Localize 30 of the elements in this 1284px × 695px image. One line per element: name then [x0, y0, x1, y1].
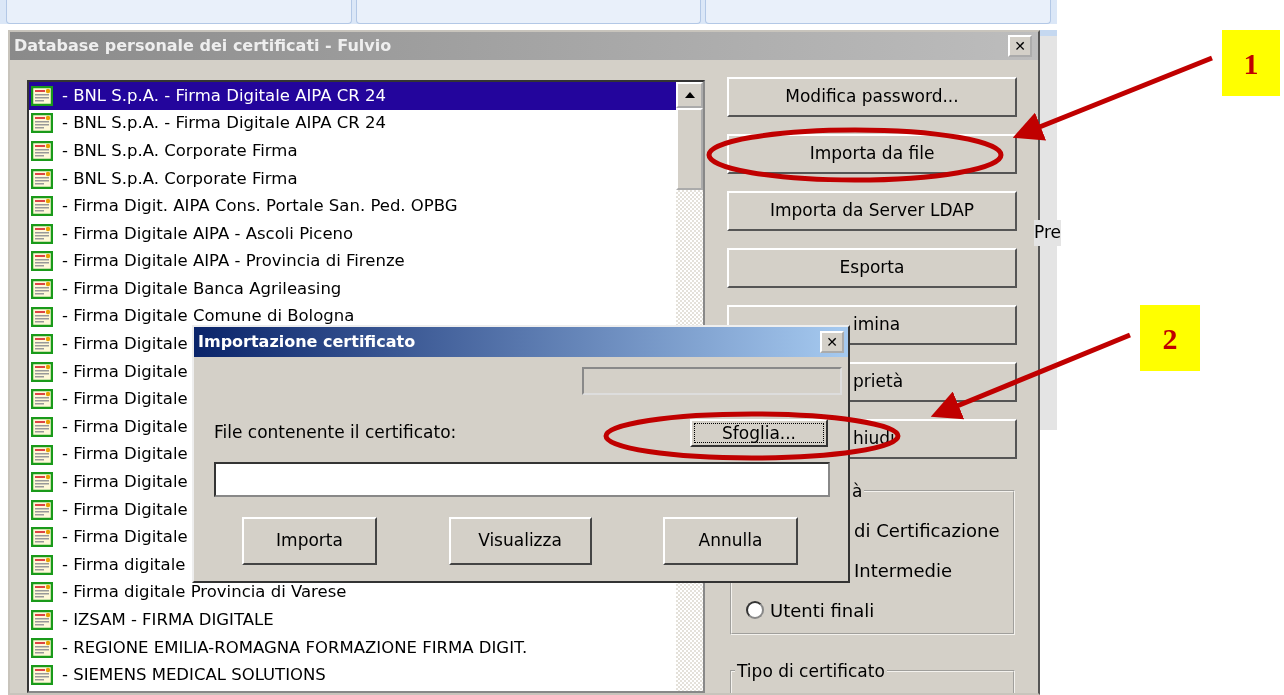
window-title: Database personale dei certificati - Fulvio [14, 35, 392, 57]
certificate-name: - Firma Digitale [61, 528, 189, 547]
callout-label: 1 [1222, 30, 1280, 96]
background-text: Pre [1034, 220, 1062, 246]
certificate-name: - BNL S.p.A. Corporate Firma [61, 141, 299, 161]
certificate-name: - Firma Digitale Banca Agrileasing [61, 279, 343, 298]
certificate-name: - Firma Digitale AIPA - Provincia di Firenze [61, 252, 406, 271]
certificate-name: - Firma Digitale [61, 362, 189, 381]
option-label: Intermedie [853, 558, 953, 583]
certificate-name: - Firma Digit. AIPA Cons. Portale San. Ped. OPBG [61, 197, 459, 216]
certificate-name: - BNL S.p.A. - Firma Digitale AIPA CR 24 [61, 114, 387, 133]
certificate-name: - REGIONE EMILIA-ROMAGNA FORMAZIONE FIRMA DIGIT. [61, 638, 529, 657]
certificate-name: - Firma Digitale [61, 473, 189, 492]
certificate-name: - Firma Digitale [61, 390, 189, 409]
callout-label: 2 [1140, 305, 1200, 371]
certificate-name: - Firma Digitale Comune di Bologna [61, 307, 356, 326]
certificate-name: - Firma digitale [61, 555, 187, 574]
dialog-title: Importazione certificato [198, 331, 416, 353]
file-label: File contenente il certificato: [214, 421, 457, 445]
certificate-name: - Firma Digitale AIPA - Ascoli Piceno [61, 224, 355, 243]
certificate-name: - Firma Digitale [61, 445, 189, 464]
certificate-name: - BNL S.p.A. - Firma Digitale AIPA CR 24 [61, 86, 387, 105]
certificate-name: - IZSAM - FIRMA DIGITALE [61, 611, 275, 630]
certificate-name: - Firma Digitale [61, 335, 189, 354]
certificate-name: - BNL S.p.A. Corporate Firma [61, 169, 299, 188]
certificate-name: - Firma Digitale [61, 500, 189, 519]
certificate-name: - Firma Digitale [61, 417, 189, 436]
certificate-name: - SIEMENS MEDICAL SOLUTIONS [61, 666, 327, 685]
certificate-name: - Firma digitale Provincia di Varese [61, 583, 348, 602]
radio-label: Utenti finali [770, 598, 875, 623]
